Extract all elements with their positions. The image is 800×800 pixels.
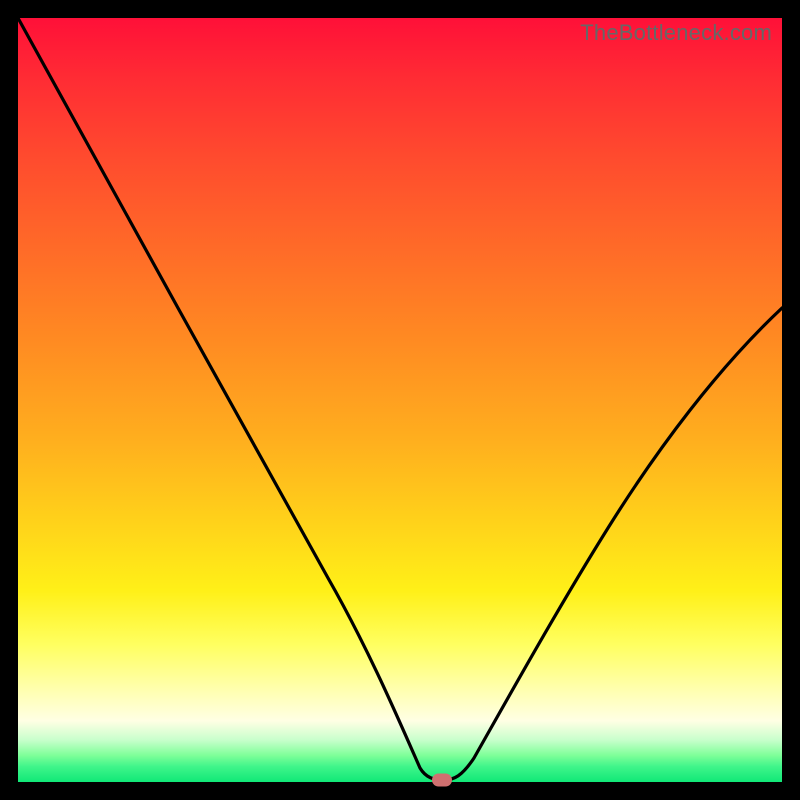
plot-area: TheBottleneck.com bbox=[18, 18, 782, 782]
optimal-point-marker bbox=[432, 773, 452, 786]
curve-path bbox=[18, 18, 782, 780]
chart-frame: TheBottleneck.com bbox=[0, 0, 800, 800]
bottleneck-curve bbox=[18, 18, 782, 782]
